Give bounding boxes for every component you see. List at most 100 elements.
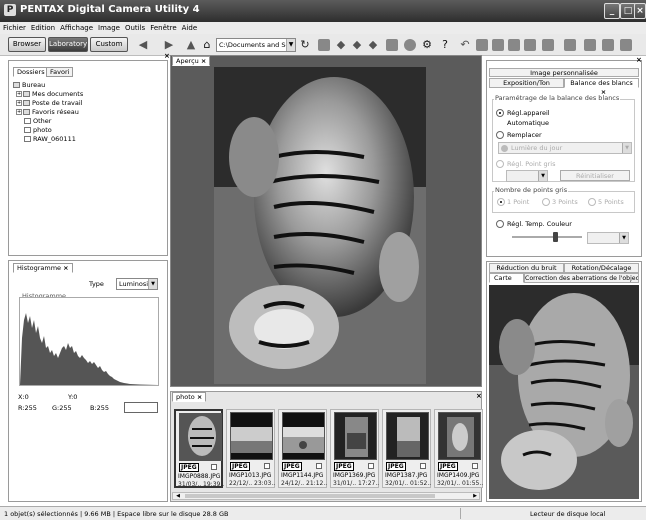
tree-item-other[interactable]: Other — [24, 117, 51, 125]
close-tab-icon[interactable]: × — [201, 57, 206, 65]
radio-color-temp[interactable] — [496, 220, 504, 228]
select-checkbox[interactable] — [316, 463, 322, 469]
radio-5-points[interactable] — [588, 198, 596, 206]
color-temp-select[interactable]: ▼ — [587, 232, 629, 244]
browser-mode-button[interactable]: Browser — [8, 37, 46, 52]
menu-outils[interactable]: Outils — [125, 24, 145, 32]
custom-mode-button[interactable]: Custom — [90, 37, 128, 52]
tab-lens-correction[interactable]: Correction des aberrations de l'objectif — [524, 273, 639, 283]
help-icon[interactable]: ? — [438, 38, 452, 52]
close-button[interactable]: × — [634, 3, 646, 19]
tab-photo[interactable]: photo × — [172, 392, 207, 402]
color-temp-slider[interactable] — [512, 236, 582, 238]
tool-icon-2[interactable]: ◆ — [334, 38, 348, 52]
minimize-button[interactable]: _ — [604, 3, 620, 19]
expand-icon[interactable]: + — [16, 100, 22, 106]
tool-icon-3[interactable]: ◆ — [350, 38, 364, 52]
select-checkbox[interactable] — [368, 463, 374, 469]
back-arrow-icon[interactable]: ◀ — [136, 38, 150, 52]
select-checkbox[interactable] — [420, 463, 426, 469]
thumbnail-name: IMGP1013.JPG — [229, 472, 272, 479]
tool-icon-1[interactable] — [318, 39, 330, 51]
select-checkbox[interactable] — [264, 463, 270, 469]
tree-item-mes-documents[interactable]: + Mes documents — [16, 90, 83, 98]
tool-icon-12[interactable] — [564, 39, 576, 51]
tool-icon-5[interactable] — [386, 39, 398, 51]
tab-apercu[interactable]: Aperçu × — [172, 56, 211, 66]
tool-icon-4[interactable]: ◆ — [366, 38, 380, 52]
radio-replace[interactable] — [496, 131, 504, 139]
tab-image-personnalisee[interactable]: Image personnalisée — [489, 68, 639, 77]
tab-noise-reduction[interactable]: Réduction du bruit — [489, 263, 564, 273]
tab-balance-des-blancs[interactable]: Balance des blancs × — [564, 78, 639, 96]
forward-arrow-icon[interactable]: ▶ — [162, 38, 176, 52]
settings-gear-icon[interactable]: ⚙ — [420, 38, 434, 52]
cursor-x-readout: X:0 — [18, 393, 29, 401]
radio-3-points[interactable] — [542, 198, 550, 206]
refresh-icon[interactable]: ↻ — [298, 38, 312, 52]
radio-camera-setting[interactable] — [496, 109, 504, 117]
reinit-button[interactable]: Réinitialiser — [560, 170, 630, 181]
tool-icon-8[interactable] — [492, 39, 504, 51]
tree-item-bureau[interactable]: Bureau — [13, 81, 45, 89]
close-panel-icon[interactable]: × — [476, 392, 482, 401]
green-value-readout: G:255 — [52, 404, 72, 412]
tree-item-favoris-reseau[interactable]: + Favoris réseau — [16, 108, 79, 116]
tool-icon-7[interactable] — [476, 39, 488, 51]
tool-icon-6[interactable] — [404, 39, 416, 51]
tool-icon-9[interactable] — [508, 39, 520, 51]
menu-edition[interactable]: Edition — [31, 24, 55, 32]
radio-1-point[interactable] — [497, 198, 505, 206]
home-icon[interactable]: ⌂ — [200, 38, 214, 52]
menu-image[interactable]: Image — [98, 24, 120, 32]
tool-icon-15[interactable] — [620, 39, 632, 51]
thumbnail-item[interactable]: JPEG IMGP0888.JPG 31/03/.. 19:39.. — [174, 409, 224, 488]
tree-item-raw[interactable]: RAW_060111 — [24, 135, 76, 143]
slider-thumb[interactable] — [553, 232, 559, 242]
expand-icon[interactable]: + — [16, 91, 22, 97]
thumbnail-item[interactable]: JPEG IMGP1013.JPG 22/12/.. 23:03.. — [226, 409, 275, 488]
tree-item-poste-de-travail[interactable]: + Poste de travail — [16, 99, 83, 107]
tab-carte[interactable]: Carte × — [489, 273, 524, 291]
select-checkbox[interactable] — [472, 463, 478, 469]
horizontal-scrollbar[interactable]: ◀ ▶ — [172, 492, 480, 500]
tab-rotation[interactable]: Rotation/Décalage — [564, 263, 639, 273]
close-tab-icon[interactable]: × — [197, 393, 202, 401]
thumbnail-item[interactable]: JPEG IMGP1387.JPG 32/01/.. 01:52.. — [382, 409, 431, 488]
close-panel-icon[interactable]: × — [636, 56, 642, 65]
path-input[interactable]: C:\Documents and Setting — [216, 38, 296, 52]
tool-icon-13[interactable] — [584, 39, 596, 51]
tool-icon-11[interactable] — [542, 39, 554, 51]
tree-item-label: Other — [33, 117, 52, 125]
tab-histogramme[interactable]: Histogramme × — [13, 263, 73, 273]
menu-aide[interactable]: Aide — [182, 24, 197, 32]
select-checkbox[interactable] — [211, 464, 217, 470]
menu-fenetre[interactable]: Fenêtre — [150, 24, 176, 32]
tool-icon-10[interactable] — [524, 39, 536, 51]
tree-item-photo[interactable]: photo — [24, 126, 52, 134]
tab-favori[interactable]: Favori — [46, 67, 74, 77]
up-arrow-icon[interactable]: ▲ — [184, 38, 198, 52]
light-source-select[interactable]: Lumière du jour ▼ — [498, 142, 632, 154]
type-select[interactable]: Luminosité ▼ — [116, 278, 158, 290]
tab-exposition-ton[interactable]: Exposition/Ton — [489, 78, 564, 88]
thumbnail-item[interactable]: JPEG IMGP1369.JPG 31/01/.. 17:27.. — [330, 409, 379, 488]
close-panel-icon[interactable]: × — [164, 52, 170, 61]
radio-gray-point[interactable] — [496, 160, 504, 168]
thumbnail-item[interactable]: JPEG IMGP1409.JPG 32/01/.. 01:55.. — [434, 409, 483, 488]
rotate-icon[interactable]: ↶ — [458, 38, 472, 52]
close-tab-icon[interactable]: × — [63, 264, 68, 272]
desktop-icon — [13, 82, 20, 88]
path-dropdown-icon[interactable]: ▼ — [286, 39, 295, 51]
gray-point-select[interactable]: ▼ — [506, 170, 548, 182]
menu-affichage[interactable]: Affichage — [60, 24, 93, 32]
laboratory-mode-button[interactable]: Laboratory — [48, 37, 88, 52]
menu-fichier[interactable]: Fichier — [3, 24, 26, 32]
expand-icon[interactable]: + — [16, 109, 22, 115]
scroll-left-icon[interactable]: ◀ — [174, 493, 182, 499]
thumbnail-item[interactable]: JPEG IMGP1144.JPG 24/12/.. 21:12.. — [278, 409, 327, 488]
scrollbar-thumb[interactable] — [185, 494, 435, 498]
tool-icon-14[interactable] — [602, 39, 614, 51]
histogram-graph — [20, 313, 158, 385]
scroll-right-icon[interactable]: ▶ — [471, 493, 479, 499]
